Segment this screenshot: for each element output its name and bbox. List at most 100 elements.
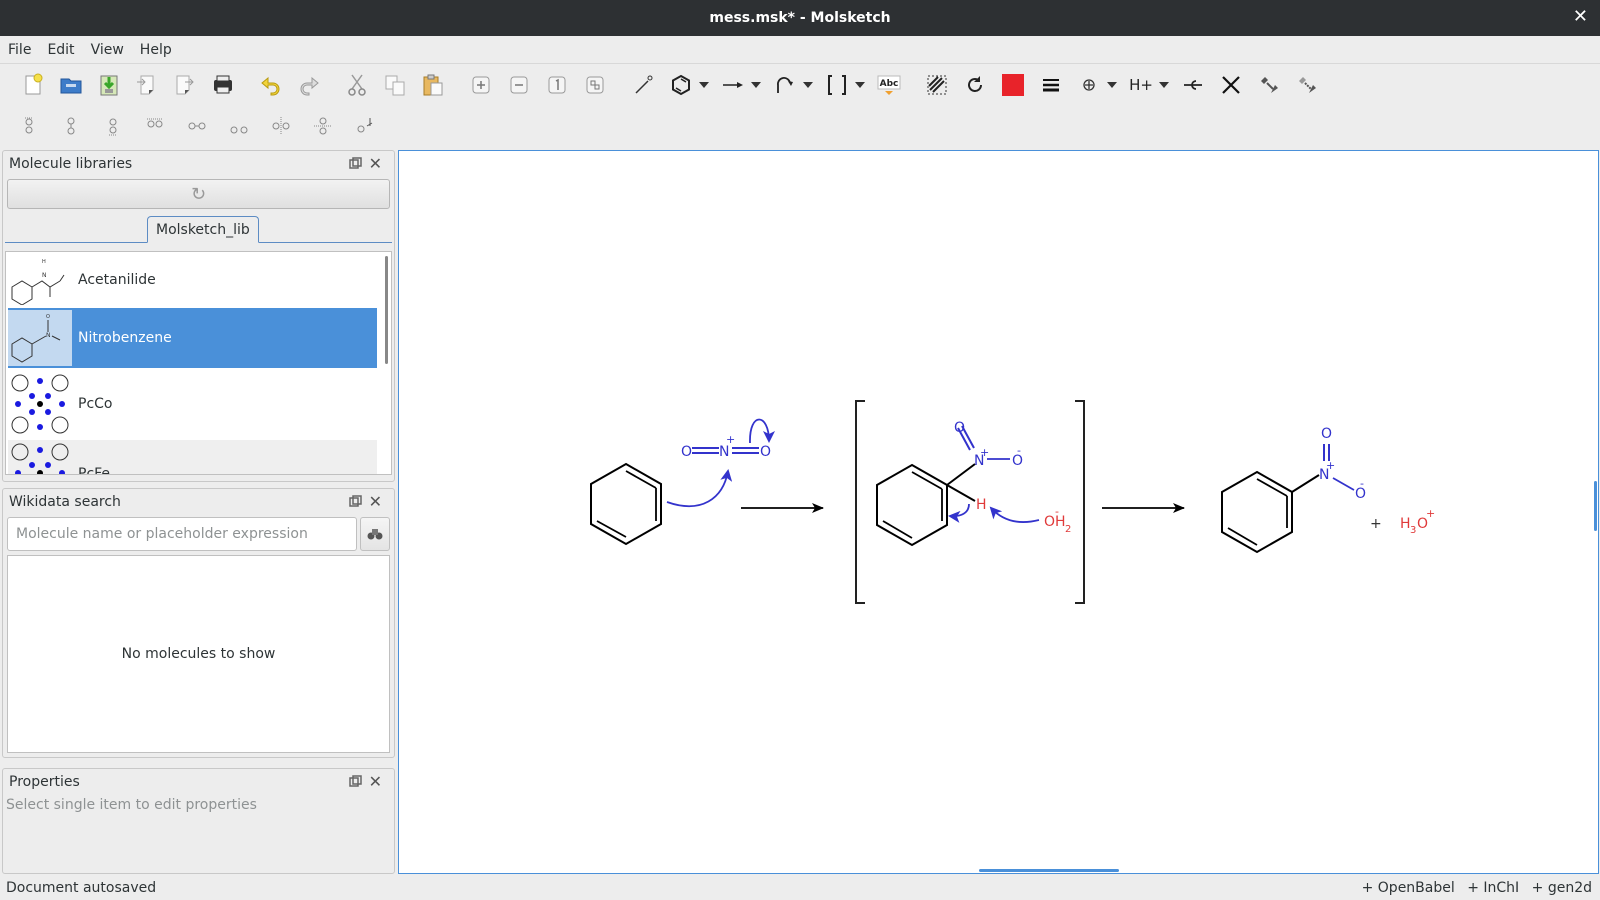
- panel-header: Molecule libraries ✕: [3, 151, 394, 177]
- refresh-library-button[interactable]: ↻: [7, 179, 390, 209]
- align-middle-button[interactable]: [56, 111, 86, 141]
- align-right-button[interactable]: [266, 111, 296, 141]
- new-document-button[interactable]: [18, 70, 48, 100]
- tab-molsketch-lib[interactable]: Molsketch_lib: [147, 216, 259, 243]
- export-button[interactable]: [170, 70, 200, 100]
- close-panel-icon[interactable]: ✕: [369, 154, 382, 173]
- print-button[interactable]: [208, 70, 238, 100]
- hydrogen-button[interactable]: H+: [1126, 70, 1156, 100]
- mechanism-arrow-attack[interactable]: [666, 469, 733, 507]
- zoom-in-button[interactable]: [466, 70, 496, 100]
- svg-text:N: N: [42, 272, 47, 279]
- delete-button[interactable]: [1216, 70, 1246, 100]
- float-panel-icon[interactable]: [349, 495, 362, 508]
- menu-file[interactable]: File: [8, 42, 31, 58]
- distribute-vertical-button[interactable]: [140, 111, 170, 141]
- sigma-complex[interactable]: O N + O - H: [876, 420, 1023, 547]
- delete-x-icon: [1222, 76, 1240, 94]
- float-panel-icon[interactable]: [349, 775, 362, 788]
- benzene-ring-icon: [672, 74, 690, 96]
- text-button[interactable]: Abc: [874, 70, 904, 100]
- import-icon: [137, 75, 154, 95]
- bracket-button[interactable]: [822, 70, 852, 100]
- mechanism-arrow-dropdown[interactable]: [802, 70, 814, 100]
- folder-icon: [60, 78, 82, 94]
- line-width-button[interactable]: [1036, 70, 1066, 100]
- draw-button[interactable]: [628, 70, 658, 100]
- copy-button[interactable]: [380, 70, 410, 100]
- undo-button[interactable]: [256, 70, 286, 100]
- rotate-button[interactable]: [960, 70, 990, 100]
- mechanism-arrow-bond[interactable]: [749, 418, 775, 444]
- zoom-reset-button[interactable]: [542, 70, 572, 100]
- product-o-charge: -: [1360, 477, 1364, 490]
- save-button[interactable]: [94, 70, 124, 100]
- main-toolbar: Abc H+: [0, 65, 1600, 105]
- bracket-left[interactable]: [855, 400, 865, 604]
- flip-bond-button[interactable]: [1254, 70, 1284, 100]
- plus-sign: +: [1370, 516, 1382, 532]
- clipboard-icon: [423, 74, 443, 96]
- close-window-button[interactable]: ✕: [1573, 8, 1588, 26]
- lone-pair-button[interactable]: [1178, 70, 1208, 100]
- bond-type-button[interactable]: [1292, 70, 1322, 100]
- plugin-openbabel: + OpenBabel: [1361, 880, 1455, 896]
- close-panel-icon[interactable]: ✕: [369, 772, 382, 791]
- bracket-dropdown[interactable]: [854, 70, 866, 100]
- cut-button[interactable]: [342, 70, 372, 100]
- mechanism-arrow-button[interactable]: [770, 70, 800, 100]
- properties-hint: Select single item to edit properties: [6, 797, 257, 813]
- close-panel-icon[interactable]: ✕: [369, 492, 382, 511]
- bracket-right[interactable]: [1075, 400, 1085, 604]
- charge-button[interactable]: [1074, 70, 1104, 100]
- align-top-button[interactable]: [14, 111, 44, 141]
- mechanism-arrow-deprotonation[interactable]: [989, 506, 1040, 523]
- color-swatch: [1002, 74, 1024, 96]
- canvas-vertical-scrollbar[interactable]: [1594, 481, 1597, 531]
- menu-view[interactable]: View: [91, 42, 124, 58]
- align-center-button[interactable]: [224, 111, 254, 141]
- benzene-molecule[interactable]: [590, 462, 662, 546]
- arrow-dropdown[interactable]: [750, 70, 762, 100]
- float-panel-icon[interactable]: [349, 157, 362, 170]
- align-bottom-button[interactable]: [98, 111, 128, 141]
- list-item-pcco[interactable]: PcCo: [8, 368, 377, 440]
- zoom-out-button[interactable]: [504, 70, 534, 100]
- distribute-horizontal-button[interactable]: [308, 111, 338, 141]
- canvas-horizontal-scrollbar[interactable]: [979, 869, 1119, 872]
- water-molecule[interactable]: OH 2 -: [1044, 505, 1071, 535]
- menu-edit[interactable]: Edit: [47, 42, 74, 58]
- svg-text:Abc: Abc: [880, 79, 899, 89]
- menu-bar: File Edit View Help: [0, 36, 1600, 64]
- charge-dropdown[interactable]: [1106, 70, 1118, 100]
- hydronium-ion[interactable]: H 3 O +: [1400, 507, 1435, 536]
- search-button[interactable]: [360, 517, 390, 551]
- ring-button[interactable]: [666, 70, 696, 100]
- ring-dropdown[interactable]: [698, 70, 710, 100]
- paste-button[interactable]: [418, 70, 448, 100]
- molecule-search-input[interactable]: [7, 517, 357, 551]
- zoom-fit-button[interactable]: [580, 70, 610, 100]
- drawing-canvas[interactable]: O N + O O N + O - H OH 2 - O N + O - + H…: [398, 150, 1599, 874]
- nitrobenzene-product[interactable]: O N + O -: [1221, 426, 1366, 554]
- import-button[interactable]: [132, 70, 162, 100]
- list-item-nitrobenzene[interactable]: NO Nitrobenzene: [8, 308, 377, 368]
- nitronium-ion[interactable]: O N + O: [681, 433, 771, 460]
- molecule-name: Nitrobenzene: [78, 330, 172, 346]
- library-scrollbar[interactable]: [385, 256, 388, 364]
- grid-align-button[interactable]: [350, 111, 380, 141]
- color-button[interactable]: [998, 70, 1028, 100]
- menu-help[interactable]: Help: [140, 42, 172, 58]
- open-button[interactable]: [56, 70, 86, 100]
- grid-align-icon: [357, 118, 373, 133]
- redo-button[interactable]: [294, 70, 324, 100]
- flip-bond-icon: [1261, 77, 1278, 93]
- zoom-fit-icon: [586, 76, 604, 94]
- mechanism-arrow-ch-bond[interactable]: [948, 503, 970, 523]
- list-item-pcfe[interactable]: PcFe: [8, 440, 377, 474]
- frame-button[interactable]: [922, 70, 952, 100]
- hydrogen-dropdown[interactable]: [1158, 70, 1170, 100]
- reaction-arrow-button[interactable]: [718, 70, 748, 100]
- list-item-acetanilide[interactable]: NH Acetanilide: [8, 252, 377, 308]
- align-left-button[interactable]: [182, 111, 212, 141]
